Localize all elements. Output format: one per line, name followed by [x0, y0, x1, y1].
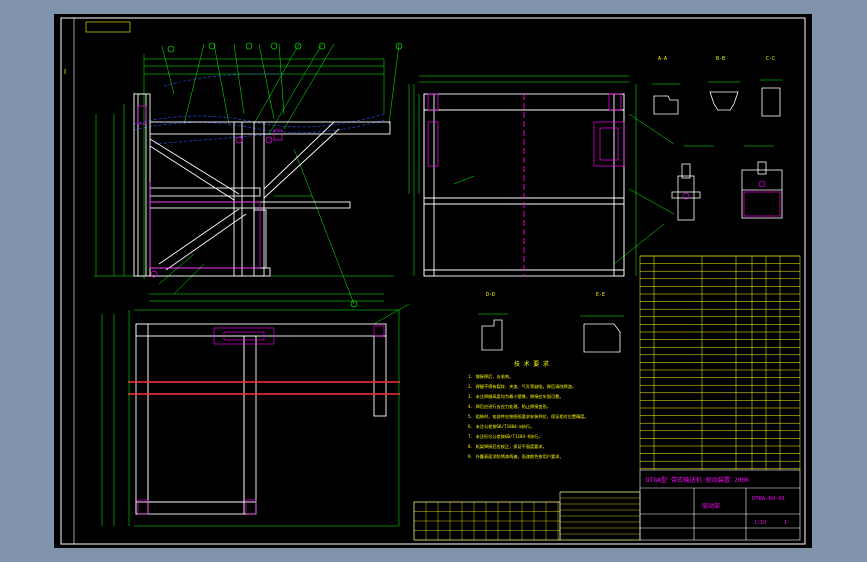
- section-details: A-A B-B C-C: [652, 56, 783, 221]
- title-block-drawing-no: DT8A-00-01: [752, 496, 785, 502]
- tech-note-3: 3. 未注焊缝高度均为最小壁厚，焊接应牢固可靠。: [468, 393, 564, 400]
- drawing-sheet: Ⅰ A-A B-B C-C D-D E-E 技 术 要 求 1. 铆接焊后，去毛…: [54, 14, 812, 548]
- corner-label-box: [85, 21, 131, 33]
- tech-note-4: 4. 焊后应进行去应力处理，防止焊接变形。: [468, 403, 551, 410]
- parts-list-table: [639, 255, 801, 470]
- section-label-2: B-B: [716, 56, 725, 62]
- front-view: [94, 42, 420, 308]
- section-label-1: A-A: [658, 56, 667, 62]
- tech-note-9: 9. 外露表面涂防锈漆两遍，面漆颜色按用户要求。: [468, 453, 564, 460]
- plan-view: [101, 303, 410, 527]
- tech-note-2: 2. 焊缝不得有裂纹、夹渣、气孔等缺陷，焊后清除焊渣。: [468, 383, 576, 390]
- tech-notes-title: 技 术 要 求: [514, 360, 549, 368]
- cad-drawing-canvas: Ⅰ A-A B-B C-C D-D E-E 技 术 要 求 1. 铆接焊后，去毛…: [60, 17, 806, 545]
- detail-views: D-D E-E: [478, 292, 624, 353]
- tech-note-5: 5. 组装时，各部件应按图纸要求安装到位，保证相对位置精度。: [468, 413, 589, 420]
- tech-note-7: 7. 未注形位公差按GB/T1184-K执行。: [468, 433, 543, 440]
- title-block-project: DT8A型 带式输送机 驱动装置 2006: [646, 476, 749, 484]
- revision-table: [413, 491, 640, 541]
- title-block-scale: 1:10: [754, 520, 766, 526]
- frame-inner-border: [73, 17, 806, 545]
- side-view: [413, 75, 675, 277]
- sheet-border: [60, 17, 806, 545]
- title-block-sheet: 1: [784, 520, 787, 526]
- section-label-4: D-D: [486, 292, 495, 298]
- tech-note-8: 8. 机架焊接后应校正，保证平面度要求。: [468, 443, 547, 450]
- section-label-3: C-C: [766, 56, 775, 62]
- frame-label: Ⅰ: [64, 68, 66, 76]
- tech-note-1: 1. 铆接焊后，去毛刺。: [468, 373, 513, 380]
- tech-notes: 技 术 要 求 1. 铆接焊后，去毛刺。 2. 焊缝不得有裂纹、夹渣、气孔等缺陷…: [468, 360, 589, 460]
- section-label-5: E-E: [596, 292, 605, 298]
- tech-note-6: 6. 未注公差按GB/T1804-m执行。: [468, 423, 534, 430]
- title-block-drawing-name: 驱动架: [702, 502, 720, 510]
